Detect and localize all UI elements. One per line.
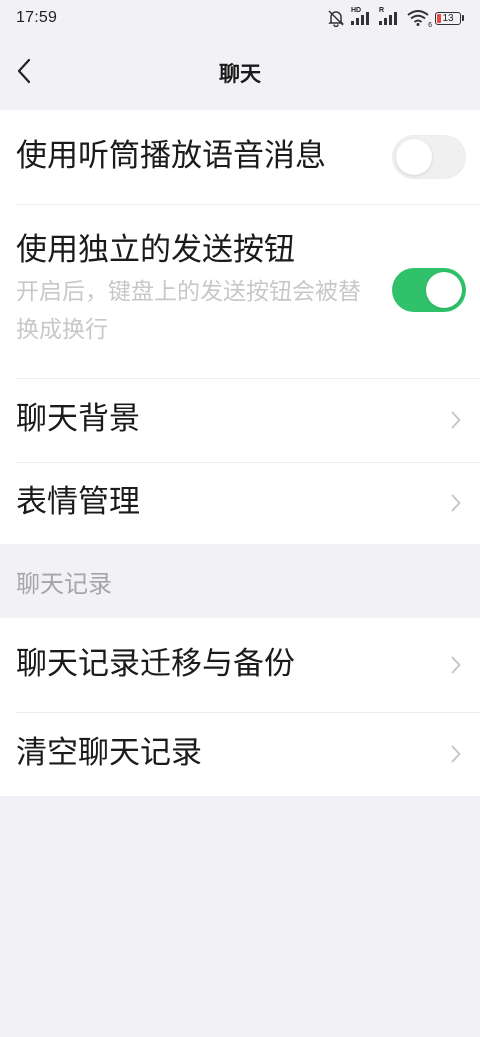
- clear-history-row[interactable]: 清空聊天记录: [0, 712, 480, 796]
- page-title: 聊天: [219, 62, 261, 86]
- chevron-right-icon: [446, 494, 466, 512]
- battery-level: 13: [442, 12, 454, 24]
- earpiece-playback-toggle[interactable]: [392, 135, 466, 179]
- chat-history-group: 聊天记录迁移与备份 清空聊天记录: [0, 618, 480, 796]
- status-bar: 17:59 HD R 6 13: [0, 0, 480, 36]
- sticker-management-label: 表情管理: [16, 484, 140, 521]
- chat-settings-group: 使用听筒播放语音消息 使用独立的发送按钮 开启后，键盘上的发送按钮会被替换成换行…: [0, 110, 480, 544]
- chevron-right-icon: [446, 745, 466, 763]
- wifi-icon: 6: [407, 10, 432, 29]
- earpiece-playback-row: 使用听筒播放语音消息: [0, 110, 480, 204]
- chevron-right-icon: [446, 656, 466, 674]
- chevron-left-icon: [16, 58, 32, 88]
- toggle-knob: [426, 272, 462, 308]
- send-button-row: 使用独立的发送按钮 开启后，键盘上的发送按钮会被替换成换行: [0, 204, 480, 378]
- chat-background-row[interactable]: 聊天背景: [0, 378, 480, 462]
- back-button[interactable]: [6, 51, 42, 95]
- toggle-knob: [396, 139, 432, 175]
- chat-background-label: 聊天背景: [16, 401, 140, 438]
- send-button-description: 开启后，键盘上的发送按钮会被替换成换行: [16, 279, 361, 344]
- mute-bell-icon: [327, 9, 345, 27]
- wifi-label: 6: [428, 22, 432, 29]
- chat-history-section-title: 聊天记录: [16, 569, 112, 598]
- migrate-backup-row[interactable]: 聊天记录迁移与备份: [0, 618, 480, 712]
- network-roaming-label: R: [379, 7, 385, 14]
- status-icons: HD R 6 13: [327, 7, 464, 29]
- nav-bar: 聊天: [0, 36, 480, 110]
- status-time: 17:59: [16, 9, 58, 26]
- network-type-label: HD: [351, 7, 362, 14]
- send-button-label: 使用独立的发送按钮: [16, 232, 295, 268]
- signal-icon: HD: [351, 7, 373, 26]
- migrate-backup-label: 聊天记录迁移与备份: [16, 646, 295, 683]
- signal-icon: R: [379, 7, 401, 26]
- sticker-management-row[interactable]: 表情管理: [0, 462, 480, 544]
- send-button-toggle[interactable]: [392, 268, 466, 312]
- chevron-right-icon: [446, 411, 466, 429]
- battery-icon: 13: [435, 11, 464, 25]
- earpiece-playback-label: 使用听筒播放语音消息: [16, 138, 326, 175]
- clear-history-label: 清空聊天记录: [16, 735, 202, 772]
